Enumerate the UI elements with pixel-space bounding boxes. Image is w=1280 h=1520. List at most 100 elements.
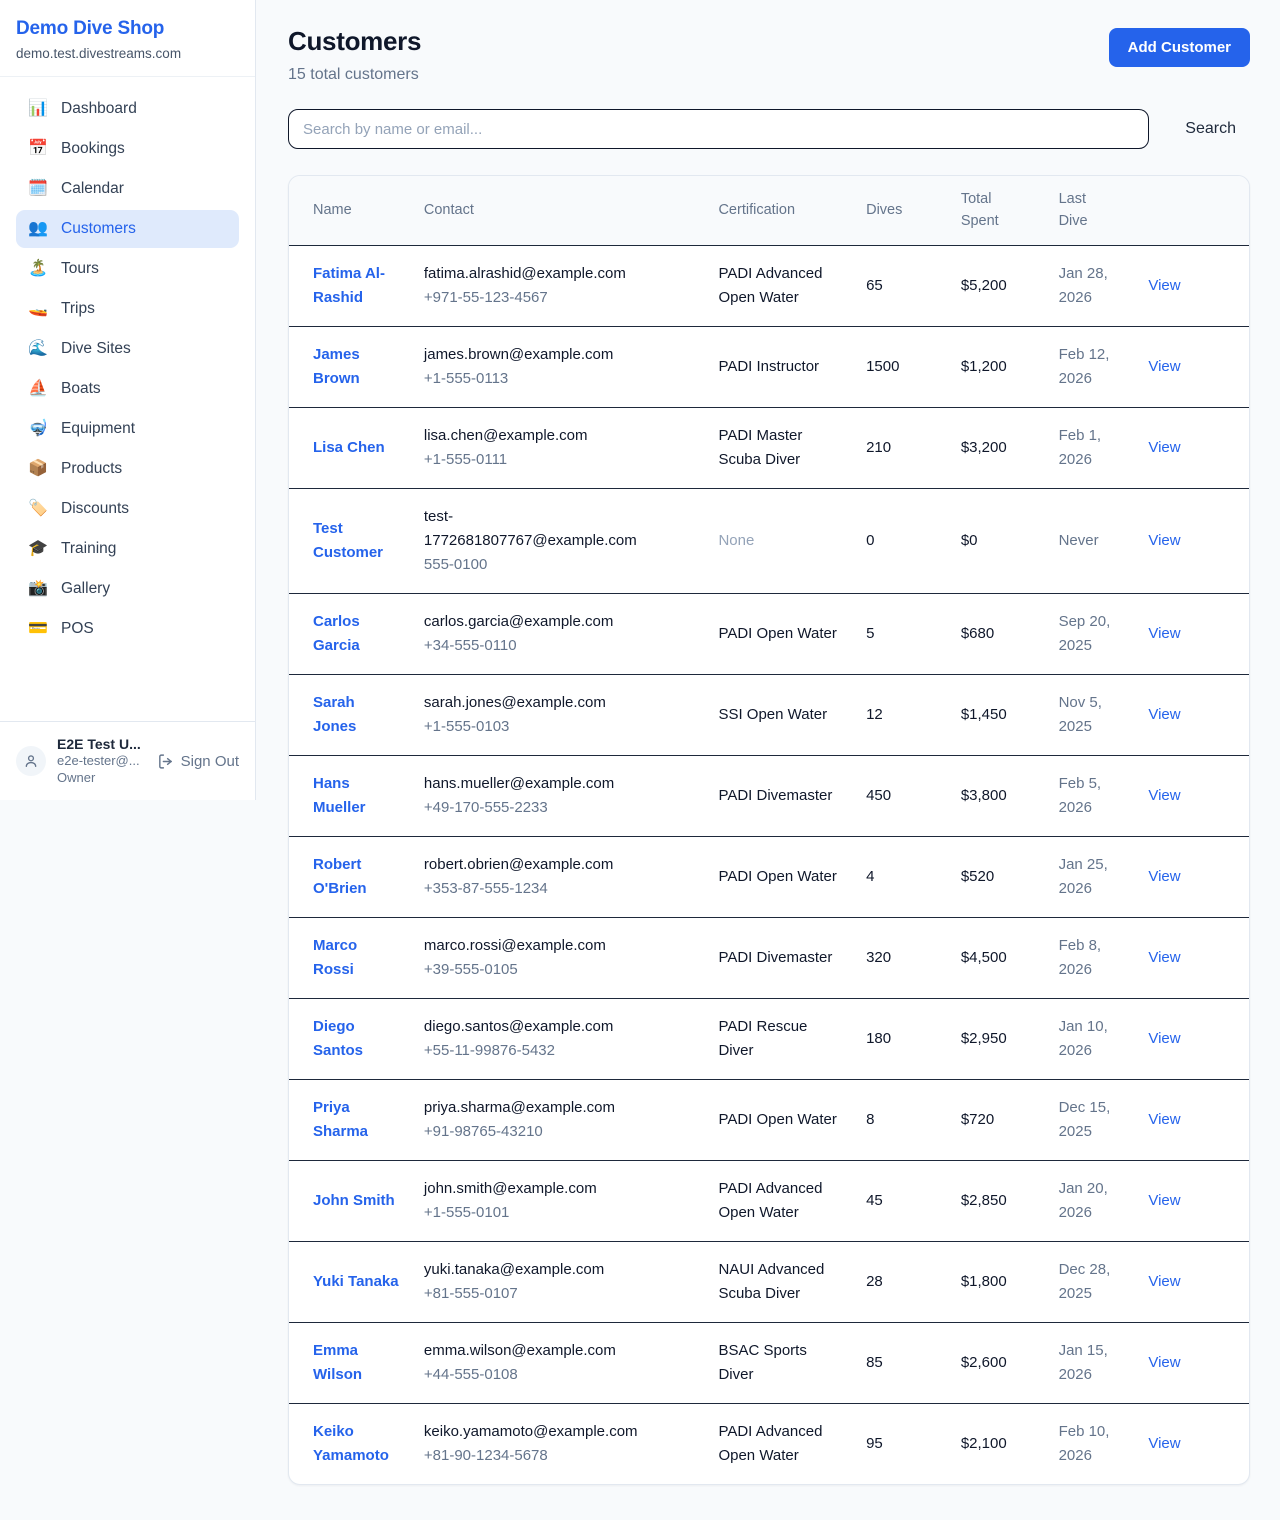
table-row: James Brown james.brown@example.com +1-5… xyxy=(289,326,1249,407)
customer-total-spent: $2,100 xyxy=(961,1435,1007,1452)
view-link[interactable]: View xyxy=(1148,1192,1180,1209)
customer-last-dive: Nov 5, 2025 xyxy=(1059,691,1117,739)
sidebar-item-boats[interactable]: ⛵Boats xyxy=(16,370,239,408)
view-link[interactable]: View xyxy=(1148,1030,1180,1047)
customer-email: james.brown@example.com xyxy=(424,343,649,367)
customer-email: carlos.garcia@example.com xyxy=(424,610,649,634)
view-link[interactable]: View xyxy=(1148,625,1180,642)
user-section: E2E Test U... e2e-tester@... Owner Sign … xyxy=(0,721,255,800)
search-input[interactable] xyxy=(288,109,1149,149)
sidebar-item-label: Bookings xyxy=(61,140,125,158)
customer-dives: 210 xyxy=(866,439,891,456)
customer-name-link[interactable]: James Brown xyxy=(313,343,401,390)
logout-icon xyxy=(157,753,174,770)
customer-last-dive: Never xyxy=(1059,529,1117,553)
view-link[interactable]: View xyxy=(1148,358,1180,375)
customers-table-card: Name Contact Certification Dives Total S… xyxy=(288,175,1250,1485)
customer-phone: +1-555-0103 xyxy=(424,715,699,739)
customer-dives: 95 xyxy=(866,1435,883,1452)
customer-name-link[interactable]: Carlos Garcia xyxy=(313,610,401,657)
customer-name-link[interactable]: Lisa Chen xyxy=(313,436,385,459)
customer-name-link[interactable]: Marco Rossi xyxy=(313,934,401,981)
customer-name-link[interactable]: Yuki Tanaka xyxy=(313,1270,399,1293)
sidebar: Demo Dive Shop demo.test.divestreams.com… xyxy=(0,0,256,800)
view-link[interactable]: View xyxy=(1148,1273,1180,1290)
sidebar-item-discounts[interactable]: 🏷️Discounts xyxy=(16,490,239,528)
view-link[interactable]: View xyxy=(1148,1435,1180,1452)
customer-name-link[interactable]: Fatima Al-Rashid xyxy=(313,262,401,309)
sidebar-item-dive-sites[interactable]: 🌊Dive Sites xyxy=(16,330,239,368)
customer-certification: PADI Open Water xyxy=(718,1108,838,1132)
customer-total-spent: $1,450 xyxy=(961,706,1007,723)
customer-last-dive: Dec 28, 2025 xyxy=(1059,1258,1117,1306)
customers-table: Name Contact Certification Dives Total S… xyxy=(289,176,1249,1484)
customer-last-dive: Feb 5, 2026 xyxy=(1059,772,1117,820)
customer-name-link[interactable]: Priya Sharma xyxy=(313,1096,401,1143)
sidebar-item-gallery[interactable]: 📸Gallery xyxy=(16,570,239,608)
sidebar-item-customers[interactable]: 👥Customers xyxy=(16,210,239,248)
customer-dives: 65 xyxy=(866,277,883,294)
customer-dives: 1500 xyxy=(866,358,899,375)
view-link[interactable]: View xyxy=(1148,787,1180,804)
sidebar-nav: 📊Dashboard 📅 Bookings 🗓️Calendar👥Customers🏝… xyxy=(0,77,255,721)
customer-phone: +81-555-0107 xyxy=(424,1282,699,1306)
customer-dives: 4 xyxy=(866,868,874,885)
sidebar-item-tours[interactable]: 🏝️Tours xyxy=(16,250,239,288)
view-link[interactable]: View xyxy=(1148,949,1180,966)
customer-email: emma.wilson@example.com xyxy=(424,1339,649,1363)
customer-name-link[interactable]: Diego Santos xyxy=(313,1015,401,1062)
sidebar-item-products[interactable]: 📦Products xyxy=(16,450,239,488)
sidebar-item-dashboard[interactable]: 📊Dashboard xyxy=(16,90,239,128)
sidebar-item-calendar[interactable]: 🗓️Calendar xyxy=(16,170,239,208)
sidebar-item-equipment[interactable]: 🤿Equipment xyxy=(16,410,239,448)
customer-name-link[interactable]: Robert O'Brien xyxy=(313,853,401,900)
customer-certification: PADI Divemaster xyxy=(718,784,838,808)
customer-email: keiko.yamamoto@example.com xyxy=(424,1420,649,1444)
discounts-icon: 🏷️ xyxy=(28,501,48,517)
customer-name-link[interactable]: Hans Mueller xyxy=(313,772,401,819)
sidebar-item-label: Customers xyxy=(61,220,136,238)
customer-email: priya.sharma@example.com xyxy=(424,1096,649,1120)
customer-email: sarah.jones@example.com xyxy=(424,691,649,715)
sidebar-item-pos[interactable]: 💳POS xyxy=(16,610,239,648)
customer-total-spent: $0 xyxy=(961,532,978,549)
customer-phone: 555-0100 xyxy=(424,553,699,577)
customer-total-spent: $2,600 xyxy=(961,1354,1007,1371)
customer-certification: PADI Open Water xyxy=(718,865,838,889)
view-link[interactable]: View xyxy=(1148,277,1180,294)
view-link[interactable]: View xyxy=(1148,706,1180,723)
customer-dives: 450 xyxy=(866,787,891,804)
column-header-total-spent: Total Spent xyxy=(951,176,1049,245)
customer-email: yuki.tanaka@example.com xyxy=(424,1258,649,1282)
search-button[interactable]: Search xyxy=(1171,112,1250,146)
customer-name-link[interactable]: John Smith xyxy=(313,1189,395,1212)
sign-out-button[interactable]: Sign Out xyxy=(157,753,239,770)
customer-name-link[interactable]: Test Customer xyxy=(313,517,401,564)
customer-name-link[interactable]: Emma Wilson xyxy=(313,1339,401,1386)
add-customer-button[interactable]: Add Customer xyxy=(1109,28,1250,67)
customer-dives: 12 xyxy=(866,706,883,723)
customer-email: john.smith@example.com xyxy=(424,1177,649,1201)
pos-icon: 💳 xyxy=(28,621,48,637)
view-link[interactable]: View xyxy=(1148,439,1180,456)
bookings-icon: 📅 xyxy=(28,141,48,157)
view-link[interactable]: View xyxy=(1148,532,1180,549)
view-link[interactable]: View xyxy=(1148,1111,1180,1128)
view-link[interactable]: View xyxy=(1148,868,1180,885)
customer-name-link[interactable]: Keiko Yamamoto xyxy=(313,1420,401,1467)
view-link[interactable]: View xyxy=(1148,1354,1180,1371)
table-row: Test Customer test-1772681807767@example… xyxy=(289,488,1249,593)
sidebar-item-training[interactable]: 🎓Training xyxy=(16,530,239,568)
customer-total-spent: $3,800 xyxy=(961,787,1007,804)
customer-email: fatima.alrashid@example.com xyxy=(424,262,649,286)
customer-name-link[interactable]: Sarah Jones xyxy=(313,691,401,738)
sidebar-item-trips[interactable]: 🚤Trips xyxy=(16,290,239,328)
customer-email: robert.obrien@example.com xyxy=(424,853,649,877)
page-title: Customers xyxy=(288,26,421,57)
user-name: E2E Test U... xyxy=(57,735,146,753)
table-row: Lisa Chen lisa.chen@example.com +1-555-0… xyxy=(289,407,1249,488)
sidebar-item-bookings[interactable]: 📅 Bookings xyxy=(16,130,239,168)
dive-sites-icon: 🌊 xyxy=(28,341,48,357)
customer-phone: +55-11-99876-5432 xyxy=(424,1039,699,1063)
table-row: Priya Sharma priya.sharma@example.com +9… xyxy=(289,1079,1249,1160)
